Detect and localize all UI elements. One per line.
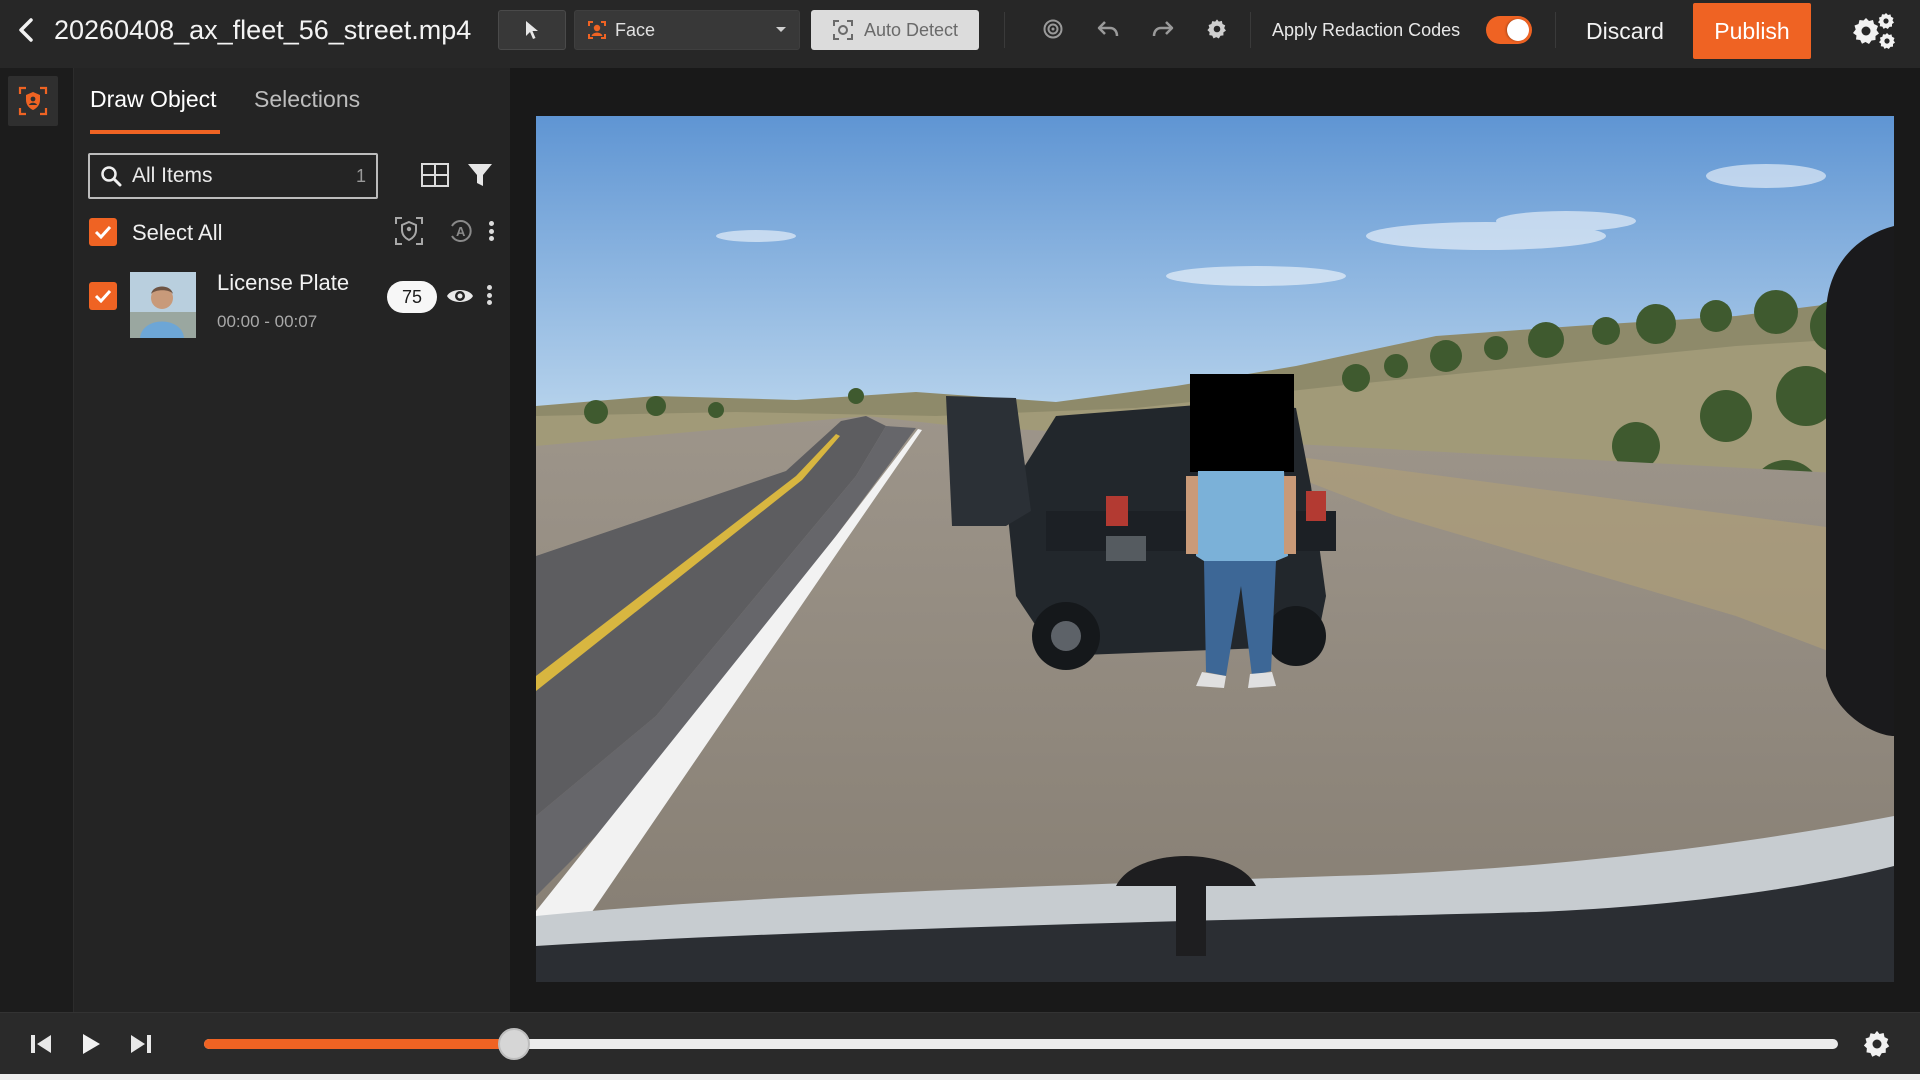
tool-settings-button[interactable]	[1202, 14, 1232, 44]
filter-icon[interactable]	[466, 160, 494, 190]
auto-detect-button[interactable]: Auto Detect	[811, 10, 979, 50]
select-all-checkbox[interactable]	[89, 218, 117, 246]
play-icon	[83, 1034, 100, 1054]
dashcam-scene	[536, 116, 1894, 982]
target-button[interactable]	[1038, 14, 1068, 44]
face-icon	[588, 21, 606, 39]
auto-detect-icon	[832, 20, 853, 40]
grid-view-icon[interactable]	[420, 160, 450, 190]
apply-redaction-codes-toggle[interactable]	[1486, 16, 1532, 44]
redact-selected-button[interactable]	[392, 214, 426, 248]
item-name: License Plate	[217, 270, 350, 295]
select-all-label: Select All	[132, 220, 223, 245]
tab-draw-object[interactable]: Draw Object	[90, 86, 217, 136]
redo-icon	[1152, 21, 1174, 37]
video-stage	[510, 68, 1920, 1012]
redo-button[interactable]	[1148, 14, 1178, 44]
file-name-title: 20260408_ax_fleet_56_street.mp4	[54, 15, 472, 45]
discard-button[interactable]: Discard	[1565, 4, 1685, 58]
checkmark-icon	[94, 289, 112, 303]
tab-selections[interactable]: Selections	[254, 86, 360, 136]
global-settings-button[interactable]	[1848, 8, 1898, 54]
eye-icon[interactable]	[446, 284, 474, 308]
dropdown-caret-icon	[776, 27, 786, 32]
apply-redaction-codes-label: Apply Redaction Codes	[1272, 20, 1461, 40]
shield-redact-icon	[395, 217, 423, 245]
search-icon	[101, 166, 122, 187]
toolbar-divider	[1250, 12, 1251, 48]
settings-icon	[1207, 19, 1226, 39]
active-tab-indicator	[90, 130, 220, 134]
auto-detect-label: Auto Detect	[863, 19, 959, 40]
left-tool-rail	[0, 68, 74, 1012]
skip-back-icon	[31, 1035, 51, 1053]
detection-type-label: Face	[615, 19, 656, 40]
top-toolbar: 20260408_ax_fleet_56_street.mp4 Face Aut…	[0, 0, 1920, 68]
auto-label-button[interactable]: A	[444, 214, 478, 248]
toolbar-divider	[1004, 12, 1005, 48]
step-forward-button[interactable]	[126, 1029, 156, 1059]
item-thumbnail[interactable]	[130, 272, 196, 338]
checkmark-icon	[94, 225, 112, 239]
svg-text:A: A	[456, 224, 466, 239]
timeline-progress	[204, 1039, 515, 1049]
item-menu-button[interactable]	[482, 280, 496, 310]
item-checkbox[interactable]	[89, 282, 117, 310]
redact-shield-icon	[18, 86, 48, 116]
settings-gears-icon	[1853, 13, 1895, 49]
toolbar-divider	[1555, 12, 1556, 48]
target-icon	[1043, 19, 1063, 39]
timeline-handle[interactable]	[498, 1028, 531, 1060]
select-all-menu-button[interactable]	[484, 216, 498, 246]
timeline-scrubber[interactable]	[204, 1028, 1838, 1060]
detection-type-dropdown[interactable]: Face	[574, 10, 800, 50]
play-button[interactable]	[76, 1029, 106, 1059]
confidence-badge: 75	[387, 281, 437, 313]
settings-icon[interactable]	[1862, 1029, 1892, 1059]
skip-forward-icon	[131, 1035, 151, 1053]
auto-label-icon: A	[451, 220, 472, 242]
video-frame[interactable]	[536, 116, 1894, 982]
redaction-editor: 20260408_ax_fleet_56_street.mp4 Face Aut…	[0, 0, 1920, 1080]
redaction-tool-button[interactable]	[8, 76, 58, 126]
more-vertical-icon	[486, 285, 492, 290]
toggle-knob	[1507, 19, 1529, 41]
search-input[interactable]: All Items 1	[88, 153, 378, 199]
window-bottom-edge	[0, 1074, 1920, 1080]
undo-icon	[1097, 21, 1119, 37]
back-button[interactable]	[10, 12, 42, 48]
undo-button[interactable]	[1093, 14, 1123, 44]
publish-button[interactable]: Publish	[1693, 3, 1811, 59]
item-time-range: 00:00 - 00:07	[217, 312, 318, 331]
search-result-count: 1	[355, 165, 366, 186]
pointer-icon	[526, 21, 538, 39]
playback-bar	[0, 1012, 1920, 1074]
search-placeholder: All Items	[132, 164, 213, 187]
redaction-box[interactable]	[1190, 374, 1294, 472]
objects-panel: Draw Object Selections All Items 1 Selec…	[74, 68, 510, 1012]
select-tool-button[interactable]	[498, 10, 566, 50]
chevron-left-icon	[19, 18, 33, 42]
step-back-button[interactable]	[26, 1029, 56, 1059]
more-vertical-icon	[488, 221, 494, 226]
